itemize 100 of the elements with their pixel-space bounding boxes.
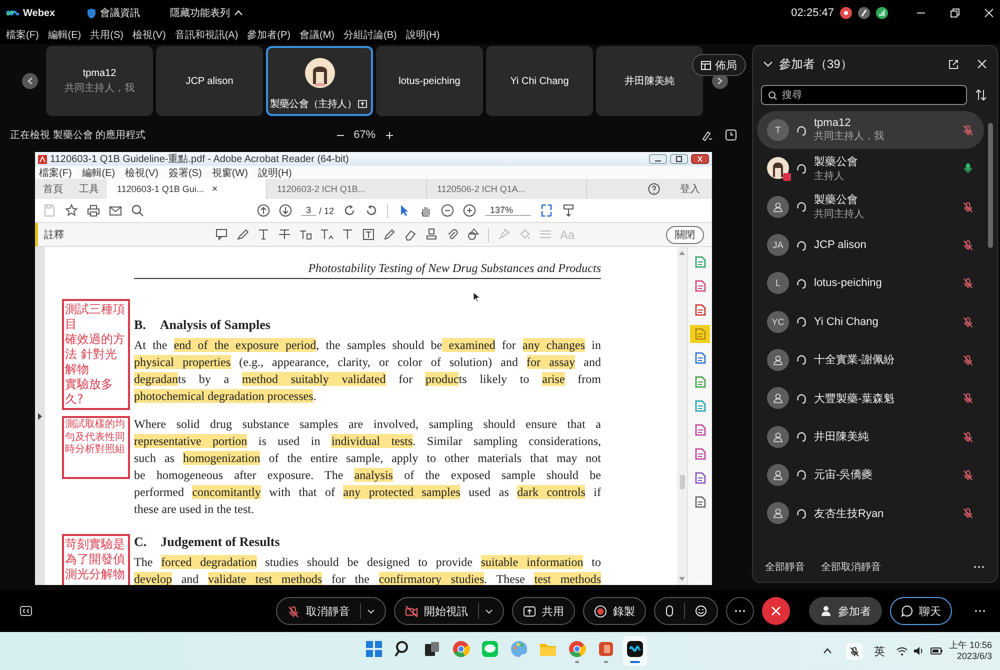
participant-row[interactable]: 大豐製藥-葉森魁 <box>757 379 984 418</box>
document-tab[interactable]: 1120603-1 Q1B Gui... × <box>107 179 267 199</box>
fit-page-icon[interactable] <box>540 204 554 217</box>
zoom-in-icon[interactable] <box>463 204 476 217</box>
menu-item[interactable]: 簽署(S) <box>168 166 202 180</box>
scrollbar-thumb[interactable] <box>680 475 684 489</box>
menu-item[interactable]: 檢視(V) <box>125 166 158 180</box>
signal-status-icon[interactable] <box>876 7 888 19</box>
leave-button[interactable] <box>762 597 790 625</box>
menu-item[interactable]: 檢視(V) <box>132 28 166 42</box>
more-icon[interactable] <box>974 609 986 613</box>
nav-link[interactable]: 首頁 <box>35 179 71 199</box>
speaker-icon[interactable] <box>912 646 925 656</box>
layout-button[interactable]: 佈局 <box>692 54 746 76</box>
text-box-icon[interactable] <box>362 228 375 241</box>
stamp-tool-icon[interactable] <box>562 204 576 217</box>
mic-icon[interactable] <box>962 162 974 174</box>
menu-item[interactable]: 檔案(F) <box>6 28 39 42</box>
close-button[interactable]: 關閉 <box>666 226 704 244</box>
menu-item[interactable]: 分組討論(B) <box>344 28 397 42</box>
hide-menu-link[interactable]: 隱藏功能表列 <box>170 6 230 20</box>
rotate-counterclockwise-icon[interactable] <box>365 204 378 217</box>
menu-item[interactable]: 共用(S) <box>90 28 124 42</box>
collapse-chevron-icon[interactable] <box>763 60 773 68</box>
sort-icon[interactable] <box>975 89 987 101</box>
highlighter-icon[interactable] <box>236 228 249 241</box>
annotate-icon[interactable] <box>701 129 713 141</box>
unmute-all-button[interactable]: 全部取消靜音 <box>821 560 881 574</box>
muted-mic-icon[interactable] <box>848 646 860 656</box>
eraser-icon[interactable] <box>404 228 417 241</box>
menu-item[interactable]: 說明(H) <box>406 28 440 42</box>
search-icon[interactable] <box>131 204 144 217</box>
sign-in-link[interactable]: 登入 <box>668 179 712 199</box>
record-status-icon[interactable] <box>840 7 852 19</box>
close-icon[interactable] <box>691 154 709 164</box>
reactions-button[interactable] <box>654 597 718 625</box>
nav-link[interactable]: 工具 <box>71 179 107 199</box>
previous-button[interactable] <box>22 73 38 89</box>
print-icon[interactable] <box>87 204 100 217</box>
document-tab[interactable]: 1120506-2 ICH Q1A... <box>427 179 587 199</box>
participant-row[interactable]: 友杏生技Ryan <box>757 494 984 532</box>
comment-icon[interactable] <box>215 228 228 241</box>
participant-row[interactable]: YC Yi Chi Chang <box>757 302 984 341</box>
participant-row[interactable]: JA JCP alison <box>757 226 984 264</box>
menu-item[interactable]: 說明(H) <box>258 166 292 180</box>
more-button[interactable] <box>726 597 754 625</box>
chevron-up-icon[interactable] <box>822 648 832 654</box>
document-tab[interactable]: 1120603-2 ICH Q1B... <box>267 179 427 199</box>
menu-item[interactable]: 視窗(W) <box>212 166 248 180</box>
battery-icon[interactable] <box>930 646 944 656</box>
zoom-out-icon[interactable] <box>441 204 454 217</box>
caret-up-icon[interactable] <box>234 10 244 16</box>
rotate-clockwise-icon[interactable] <box>343 204 356 217</box>
toolbar-button[interactable]: 錄製 <box>583 597 646 625</box>
participant-row[interactable]: L lotus-peiching <box>757 264 984 302</box>
scrollbar[interactable] <box>677 247 687 585</box>
taskbar-app[interactable] <box>623 636 647 666</box>
search-field[interactable]: 搜尋 <box>761 85 967 105</box>
menu-item[interactable]: 會議(M) <box>300 28 334 42</box>
shapes-icon[interactable] <box>467 228 480 241</box>
mail-icon[interactable] <box>109 204 122 217</box>
zoom-field[interactable]: 137% <box>485 205 532 216</box>
participant-row[interactable]: T tpma12 共同主持人，我 <box>757 111 984 150</box>
toolbar-button[interactable]: 取消靜音 <box>276 597 386 625</box>
participants-button[interactable]: 參加者 <box>809 597 882 625</box>
restore-icon[interactable] <box>670 154 688 164</box>
toolbar-button[interactable]: 共用 <box>512 597 575 625</box>
video-tile[interactable]: tpma12 共同主持人，我 <box>46 46 153 116</box>
insert-text-icon[interactable] <box>320 228 333 241</box>
chat-button[interactable]: 聊天 <box>890 597 952 625</box>
text-tool-icon[interactable] <box>257 228 270 241</box>
video-tile[interactable]: Yi Chi Chang <box>486 46 593 116</box>
menu-item[interactable]: 編輯(E) <box>48 28 82 42</box>
more-icon[interactable] <box>973 565 985 569</box>
participant-row[interactable]: 製藥公會 共同主持人 <box>757 188 984 226</box>
video-tile[interactable]: 井田陳美純 <box>596 46 703 116</box>
participant-row[interactable]: 十全實業-謝佩紛 <box>757 340 984 380</box>
video-tile[interactable]: JCP alison <box>156 46 263 116</box>
menu-item[interactable]: 音訊和視訊(A) <box>174 28 238 42</box>
menu-item[interactable]: 參加者(P) <box>247 28 290 42</box>
video-tile[interactable]: lotus-peiching <box>376 46 483 116</box>
page-field[interactable]: 3 <box>301 205 316 216</box>
replace-text-icon[interactable] <box>299 228 312 241</box>
star-icon[interactable] <box>65 204 78 217</box>
attach-icon[interactable] <box>446 228 459 241</box>
menu-item[interactable]: 編輯(E) <box>82 166 116 180</box>
captions-icon[interactable] <box>20 606 32 616</box>
toolbar-button[interactable]: 開始視訊 <box>394 597 504 625</box>
tab-close-icon[interactable]: × <box>212 184 218 194</box>
strikethrough-icon[interactable] <box>278 228 291 241</box>
participant-row[interactable]: 井田陳美純 <box>757 417 984 456</box>
input-method[interactable]: 英 <box>874 644 885 658</box>
pop-out-icon[interactable] <box>948 58 959 70</box>
meeting-info-link[interactable]: 會議資訊 <box>100 6 140 20</box>
participant-row[interactable]: 元宙-吳僑夔 <box>757 456 984 494</box>
menu-item[interactable]: 檔案(F) <box>39 166 72 180</box>
restore-icon[interactable] <box>950 8 960 18</box>
screen-clock-icon[interactable] <box>725 129 737 141</box>
shield-icon[interactable] <box>87 8 96 18</box>
wifi-icon[interactable] <box>896 646 908 656</box>
